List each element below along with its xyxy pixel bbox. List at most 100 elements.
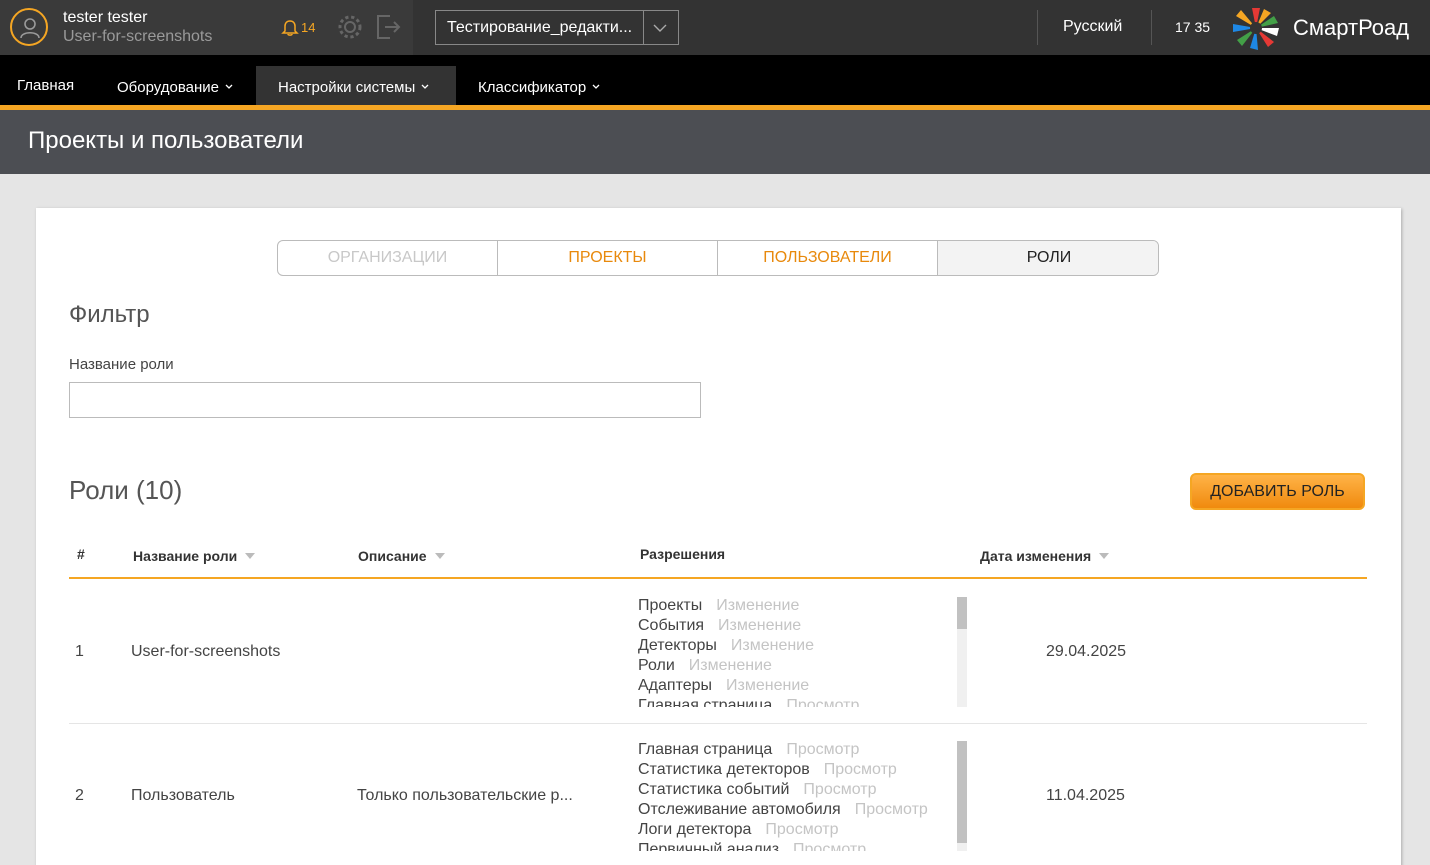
row-date: 11.04.2025 — [1046, 787, 1125, 804]
sort-down-icon[interactable] — [245, 546, 256, 562]
section-tabs: ОРГАНИЗАЦИИ ПРОЕКТЫ ПОЛЬЗОВАТЕЛИ РОЛИ — [277, 240, 1159, 276]
chevron-down-icon — [225, 77, 233, 94]
add-role-button[interactable]: ДОБАВИТЬ РОЛЬ — [1190, 473, 1365, 510]
permission-item: Детекторы Изменение — [638, 637, 968, 657]
nav-item-home[interactable]: Главная — [0, 66, 95, 105]
permission-item: Первичный анализ Просмотр — [638, 841, 968, 851]
permission-access: Просмотр — [786, 697, 860, 707]
brand-logo-icon — [1230, 6, 1282, 55]
permission-object: Статистика детекторов — [638, 761, 810, 778]
nav-item-classifier[interactable]: Классификатор — [456, 66, 626, 105]
tab-users[interactable]: ПОЛЬЗОВАТЕЛИ — [718, 241, 938, 275]
permission-access: Изменение — [730, 637, 815, 654]
permissions-list[interactable]: Проекты Изменение События Изменение Детект… — [638, 597, 968, 707]
row-number: 1 — [75, 643, 84, 660]
permission-object: Проекты — [638, 597, 703, 614]
user-name: tester tester — [63, 9, 148, 26]
chevron-down-icon — [592, 77, 600, 94]
logout-icon[interactable] — [375, 13, 401, 46]
permission-item: Отслеживание автомобиля Просмотр — [638, 801, 968, 821]
row-role-name: Пользователь — [131, 787, 235, 804]
bell-icon — [281, 20, 299, 36]
column-header-label: Название роли — [133, 548, 238, 564]
permission-access: Изменение — [688, 657, 772, 674]
nav-item-system-settings[interactable]: Настройки системы — [256, 66, 456, 105]
scrollbar-thumb[interactable] — [957, 741, 967, 843]
row-divider — [69, 723, 1367, 724]
permission-access: Просмотр — [765, 821, 839, 838]
row-number: 2 — [75, 787, 84, 804]
permissions-scrollbar[interactable] — [957, 741, 967, 851]
column-header-permissions: Разрешения — [640, 546, 725, 562]
tab-organizations[interactable]: ОРГАНИЗАЦИИ — [278, 241, 498, 275]
notifications-button[interactable]: 14 — [281, 19, 321, 37]
clock: 17 35 — [1175, 19, 1211, 35]
permission-object: Детекторы — [638, 637, 717, 654]
avatar-icon[interactable] — [10, 8, 48, 46]
language-selector[interactable]: Русский — [1063, 18, 1122, 36]
role-name-input[interactable] — [69, 382, 701, 418]
column-header-role-name[interactable]: Название роли — [133, 546, 256, 564]
user-block[interactable]: tester tester User-for-screenshots 14 — [0, 0, 413, 55]
permission-object: Отслеживание автомобиля — [638, 801, 841, 818]
permission-access: Просмотр — [786, 741, 860, 758]
permission-item: Логи детектора Просмотр — [638, 821, 968, 841]
divider — [1151, 10, 1152, 45]
tab-projects[interactable]: ПРОЕКТЫ — [498, 241, 718, 275]
permission-access: Просмотр — [823, 761, 897, 778]
permission-item: События Изменение — [638, 617, 968, 637]
permission-access: Просмотр — [793, 841, 867, 851]
role-name-label: Название роли — [69, 356, 174, 373]
sort-down-icon[interactable] — [434, 546, 445, 562]
top-bar: tester tester User-for-screenshots 14 Те… — [0, 0, 1430, 55]
permission-object: Роли — [638, 657, 675, 674]
permissions-list[interactable]: Главная страница Просмотр Статистика дете… — [638, 741, 968, 851]
column-header-number: # — [77, 546, 85, 562]
row-role-name: User-for-screenshots — [131, 643, 281, 660]
project-select[interactable]: Тестирование_редакти... — [435, 10, 679, 45]
user-login: User-for-screenshots — [63, 28, 213, 45]
nav-item-label: Классификатор — [478, 79, 587, 96]
tab-roles[interactable]: РОЛИ — [938, 241, 1158, 275]
permission-access: Просмотр — [803, 781, 877, 798]
permission-object: Главная страница — [638, 741, 773, 758]
page-header: Проекты и пользователи — [0, 110, 1430, 174]
project-select-value: Тестирование_редакти... — [447, 19, 633, 36]
column-header-date[interactable]: Дата изменения — [980, 546, 1110, 564]
row-description: Только пользовательские р... — [357, 787, 573, 804]
column-header-label: Описание — [358, 548, 427, 564]
permission-item: Адаптеры Изменение — [638, 677, 968, 697]
column-header-label: Дата изменения — [980, 548, 1092, 564]
column-header-label: Разрешения — [640, 546, 726, 562]
column-header-description[interactable]: Описание — [358, 546, 445, 564]
sort-down-icon[interactable] — [1099, 546, 1110, 562]
permission-access: Изменение — [716, 597, 800, 614]
chevron-down-icon[interactable] — [652, 20, 668, 41]
row-date: 29.04.2025 — [1046, 643, 1127, 660]
roles-title: Роли (10) — [69, 475, 183, 505]
permission-item: Роли Изменение — [638, 657, 968, 677]
nav-item-equipment[interactable]: Оборудование — [95, 66, 256, 105]
table-header-line — [69, 577, 1367, 579]
page-title: Проекты и пользователи — [28, 127, 304, 154]
permission-item: Главная страница Просмотр — [638, 697, 968, 707]
permission-object: Первичный анализ — [638, 841, 780, 851]
chevron-down-icon — [421, 77, 429, 94]
permissions-scrollbar[interactable] — [957, 597, 967, 707]
nav-item-label: Главная — [17, 77, 75, 94]
permission-object: Статистика событий — [638, 781, 790, 798]
select-divider — [643, 11, 644, 44]
brand-name: СмартРоад — [1293, 15, 1410, 40]
permission-access: Изменение — [726, 677, 810, 694]
scrollbar-thumb[interactable] — [957, 597, 967, 629]
nav-item-label: Настройки системы — [278, 79, 416, 96]
permission-object: Главная страница — [638, 697, 773, 707]
permission-object: Логи детектора — [638, 821, 752, 838]
gear-icon[interactable] — [337, 14, 363, 45]
permission-access: Изменение — [718, 617, 802, 634]
divider — [1037, 10, 1038, 45]
permission-item: Главная страница Просмотр — [638, 741, 968, 761]
nav-item-label: Оборудование — [117, 79, 220, 96]
filter-title: Фильтр — [69, 301, 150, 328]
main-nav: Главная Оборудование Настройки системы К… — [0, 55, 1430, 105]
